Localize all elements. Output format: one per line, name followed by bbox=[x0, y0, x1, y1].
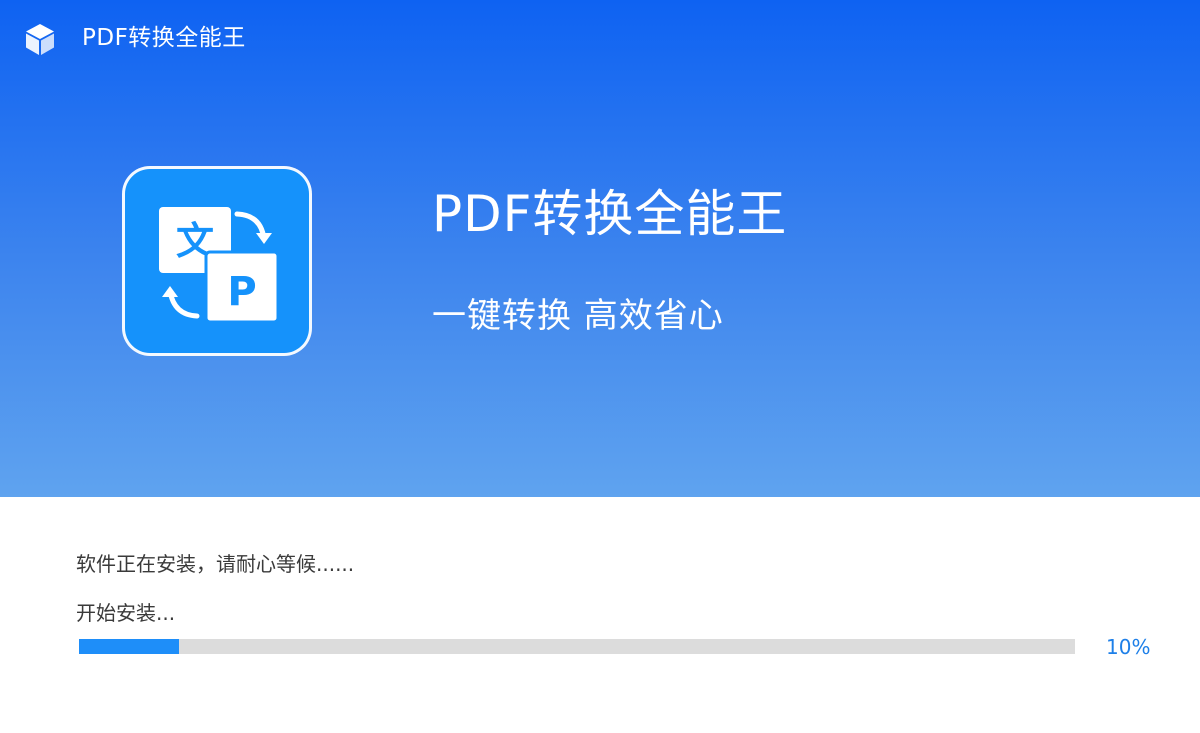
cube-icon bbox=[22, 21, 58, 57]
product-slogan: 一键转换 高效省心 bbox=[432, 296, 724, 336]
install-progress-percent: 10% bbox=[1106, 635, 1151, 659]
installer-window: PDF转换全能王 文 P PDF转换全能王 一键转换 高效省心 软件正在安装，请… bbox=[0, 0, 1200, 733]
install-progress-bar bbox=[79, 639, 1075, 654]
window-title: PDF转换全能王 bbox=[82, 25, 246, 51]
hero-banner: PDF转换全能王 文 P PDF转换全能王 一键转换 高效省心 bbox=[0, 0, 1200, 497]
install-status-message: 软件正在安装，请耐心等候...... bbox=[76, 552, 355, 576]
install-panel: 软件正在安装，请耐心等候...... 开始安装... 10% bbox=[0, 497, 1200, 733]
title-bar[interactable]: PDF转换全能王 bbox=[0, 0, 1200, 76]
install-progress-fill bbox=[79, 639, 179, 654]
product-icon: 文 P bbox=[122, 166, 312, 356]
icon-glyph-pdf: P bbox=[227, 269, 256, 315]
product-name: PDF转换全能王 bbox=[432, 185, 788, 243]
install-step-label: 开始安装... bbox=[76, 601, 176, 625]
text-to-pdf-convert-icon: 文 P bbox=[159, 207, 280, 324]
